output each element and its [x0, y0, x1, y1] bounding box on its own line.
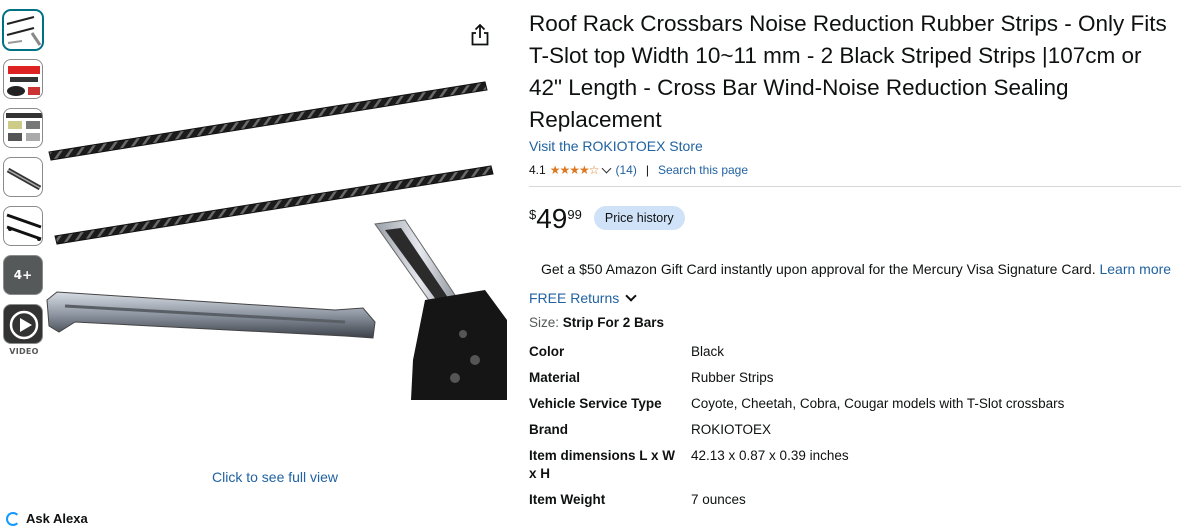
thumbnail-5[interactable] — [3, 206, 43, 246]
alexa-icon — [6, 511, 20, 526]
store-link[interactable]: Visit the ROKIOTOEX Store — [529, 138, 703, 154]
star-rating-icon[interactable]: ★★★★☆ — [550, 163, 600, 177]
ask-alexa-button[interactable]: Ask Alexa — [6, 511, 88, 526]
spec-value: 42.13 x 0.87 x 0.39 inches — [691, 448, 849, 463]
table-row: Vehicle Service Type Coyote, Cheetah, Co… — [529, 395, 1064, 421]
learn-more-link[interactable]: Learn more — [1099, 261, 1171, 277]
thumbnail-2[interactable] — [3, 59, 43, 99]
chevron-down-icon[interactable] — [602, 163, 612, 173]
spec-value: Coyote, Cheetah, Cobra, Cougar models wi… — [691, 396, 1065, 411]
price-history-button[interactable]: Price history — [593, 206, 685, 230]
divider — [529, 186, 1181, 187]
spec-key: Vehicle Service Type — [529, 396, 662, 411]
main-product-image[interactable] — [45, 60, 507, 400]
spec-key: Item dimensions L x W x H — [529, 448, 676, 481]
thumbnail-1[interactable] — [3, 10, 43, 50]
table-row: Material Rubber Strips — [529, 369, 1064, 395]
spec-value: ROKIOTOEX — [691, 422, 772, 437]
table-row: Brand ROKIOTOEX — [529, 421, 1064, 447]
price-symbol: $ — [529, 207, 537, 222]
thumbnail-4[interactable] — [3, 157, 43, 197]
table-row: Item dimensions L x W x H 42.13 x 0.87 x… — [529, 447, 1064, 491]
free-returns-link[interactable]: FREE Returns — [529, 290, 1181, 306]
product-title: Roof Rack Crossbars Noise Reduction Rubb… — [529, 11, 1167, 132]
size-value: Strip For 2 Bars — [562, 315, 665, 330]
chevron-down-icon — [625, 290, 637, 302]
full-view-link[interactable]: Click to see full view — [212, 469, 338, 485]
spec-value: Black — [691, 344, 725, 359]
size-selector: Size: Strip For 2 Bars — [529, 315, 1181, 330]
price-whole: 49 — [536, 203, 568, 234]
play-icon — [9, 310, 39, 340]
price-fraction: 99 — [567, 207, 582, 222]
spec-value: Rubber Strips — [691, 370, 774, 385]
thumbnail-strip: 4+ VIDEO — [3, 10, 45, 356]
product-specs-table: Color Black Material Rubber Strips Vehic… — [529, 343, 1064, 517]
rating-value: 4.1 — [529, 163, 546, 177]
share-icon[interactable] — [469, 23, 491, 47]
thumbnail-3[interactable] — [3, 108, 43, 148]
size-key: Size: — [529, 315, 560, 330]
rating-count-link[interactable]: (14) — [615, 163, 636, 177]
spec-key: Item Weight — [529, 492, 606, 507]
ask-alexa-label: Ask Alexa — [26, 511, 88, 526]
gift-card-text: Get a $50 Amazon Gift Card instantly upo… — [541, 261, 1096, 277]
spec-key: Material — [529, 370, 581, 385]
product-details: Roof Rack Crossbars Noise Reduction Rubb… — [529, 8, 1181, 517]
rating-row: 4.1 ★★★★☆ (14) | Search this page — [529, 161, 1181, 179]
table-row: Color Black — [529, 343, 1064, 369]
more-images-label: 4+ — [13, 268, 33, 282]
separator: | — [645, 163, 649, 177]
thumbnail-more[interactable]: 4+ — [3, 255, 43, 295]
gift-card-offer: Get a $50 Amazon Gift Card instantly upo… — [541, 261, 1181, 277]
spec-value: 7 ounces — [691, 492, 746, 507]
thumbnail-video[interactable] — [3, 304, 43, 344]
price-row: $ 49 99 Price history — [529, 205, 1181, 235]
spec-key: Color — [529, 344, 565, 359]
free-returns-label: FREE Returns — [529, 290, 620, 306]
video-label: VIDEO — [9, 347, 39, 356]
search-this-page-link[interactable]: Search this page — [658, 163, 748, 177]
table-row: Item Weight 7 ounces — [529, 491, 1064, 517]
spec-key: Brand — [529, 422, 569, 437]
